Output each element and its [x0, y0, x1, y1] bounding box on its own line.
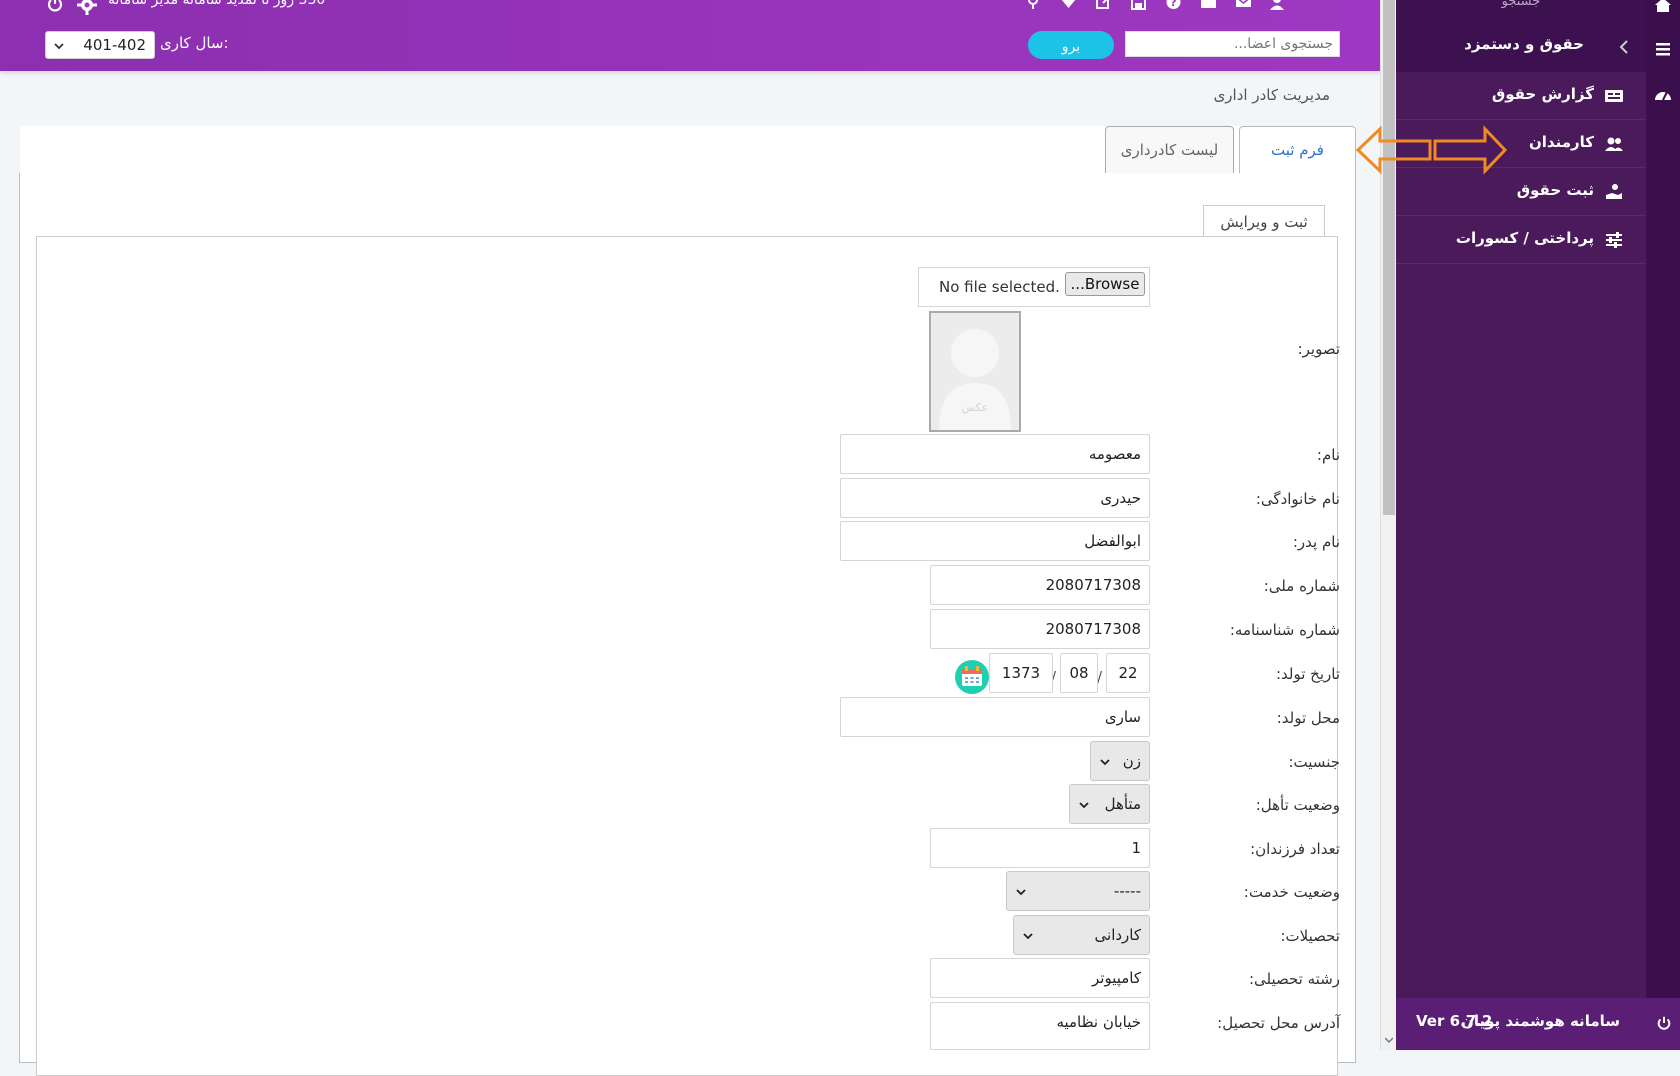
gender-value: زن — [1122, 752, 1141, 770]
edit-icon[interactable] — [1095, 0, 1112, 10]
marital-status-select[interactable]: متأهل — [1069, 784, 1150, 824]
birth-day-field[interactable]: 22 — [1106, 653, 1150, 693]
annotation-double-arrow — [1355, 125, 1508, 175]
work-year-select[interactable]: 401-402 — [45, 31, 155, 59]
calendar-icon[interactable] — [954, 659, 990, 695]
sidebar-item-register-salary[interactable]: ثبت حقوق — [1396, 168, 1646, 216]
marital-status-label: وضعیت تأهل: — [1255, 796, 1340, 814]
children-count-label: تعداد فرزندان: — [1250, 840, 1340, 858]
education-address-field[interactable]: خیابان نظامیه — [930, 1002, 1150, 1050]
help-icon[interactable]: ? — [1165, 0, 1182, 10]
report-icon — [1605, 90, 1623, 102]
sidebar-item-salary-report[interactable]: گزارش حقوق — [1396, 72, 1646, 120]
menu-icon[interactable] — [1654, 40, 1672, 58]
birth-month-field[interactable]: 08 — [1060, 653, 1098, 693]
last-name-field[interactable]: حیدری — [840, 478, 1150, 518]
gender-label: جنسیت: — [1288, 753, 1341, 771]
member-search-input[interactable] — [1125, 31, 1340, 57]
photo-placeholder: عکس — [929, 311, 1021, 432]
mail-icon[interactable] — [1235, 0, 1252, 10]
go-button[interactable]: برو — [1028, 31, 1114, 59]
children-count-field[interactable]: 1 — [930, 828, 1150, 868]
sidebar-search-label[interactable]: جستجو — [1396, 0, 1646, 9]
icon-rail — [1646, 0, 1680, 1050]
chevron-down-icon — [54, 43, 64, 50]
chevron-down-icon — [1023, 933, 1033, 940]
dashboard-icon[interactable] — [1654, 86, 1672, 104]
birth-year-field[interactable]: 1373 — [989, 653, 1053, 693]
education-value: کاردانی — [1094, 926, 1141, 944]
field-of-study-field[interactable]: کامپیوتر — [930, 958, 1150, 998]
last-name-label: نام خانوادگی: — [1255, 490, 1340, 508]
breadcrumb: مدیریت کادر اداری — [1213, 86, 1330, 104]
inbox-icon[interactable] — [1200, 0, 1217, 10]
field-of-study-label: رشته تحصیلی: — [1248, 970, 1340, 988]
sidebar-item-label: ثبت حقوق — [1516, 181, 1594, 199]
save-icon[interactable] — [1130, 0, 1147, 10]
education-select[interactable]: کاردانی — [1013, 915, 1150, 955]
chevron-left-icon — [1619, 40, 1628, 54]
sidebar-item-label: کارمندان — [1528, 133, 1594, 151]
tab-staff-list[interactable]: لیست کادرداری — [1105, 126, 1234, 174]
sidebar-group-payroll[interactable]: حقوق و دستمزد — [1396, 26, 1646, 66]
sidebar-item-label: گزارش حقوق — [1491, 85, 1594, 103]
sliders-icon — [1606, 232, 1622, 248]
chevron-down-icon — [1100, 759, 1110, 766]
users-icon — [1605, 137, 1623, 151]
scroll-down-arrow-icon[interactable] — [1385, 1036, 1393, 1044]
military-service-label: وضعیت خدمت: — [1243, 883, 1340, 901]
user-settings-icon[interactable] — [1270, 0, 1287, 10]
birth-date-label: تاریخ تولد: — [1275, 665, 1340, 683]
first-name-field[interactable]: معصومه — [840, 434, 1150, 474]
gender-select[interactable]: زن — [1090, 741, 1150, 781]
scrollbar-thumb[interactable] — [1383, 0, 1395, 515]
gear-icon[interactable] — [76, 0, 98, 16]
svg-text:?: ? — [1170, 0, 1176, 9]
sidebar-item-payments-deductions[interactable]: پرداختی / کسورات — [1396, 216, 1646, 264]
image-file-input[interactable]: No file selected. ...Browse — [918, 267, 1150, 307]
sidebar-item-label: پرداختی / کسورات — [1455, 229, 1594, 247]
tab-register-edit[interactable]: ثبت و ویرایش — [1203, 205, 1325, 237]
chevron-down-icon — [1016, 889, 1026, 896]
father-name-label: نام پدر: — [1292, 533, 1340, 551]
power-icon[interactable] — [46, 0, 64, 13]
education-label: تحصیلات: — [1280, 927, 1340, 945]
home-icon[interactable] — [1654, 0, 1672, 14]
image-label: تصویر: — [1297, 340, 1340, 358]
sidebar-top: جستجو حقوق و دستمزد — [1396, 0, 1646, 72]
father-name-field[interactable]: ابوالفضل — [840, 521, 1150, 561]
top-header: 330 روز تا تمدید سامانه مدیر سامانه ? 40… — [0, 0, 1380, 71]
header-toolbar: ? — [1025, 0, 1345, 12]
payroll-icon — [1606, 184, 1622, 199]
photo-placeholder-text: عکس — [961, 401, 989, 414]
power-icon[interactable] — [1656, 1015, 1672, 1031]
military-service-select[interactable]: ----- — [1006, 871, 1150, 911]
id-number-field[interactable]: 2080717308 — [930, 609, 1150, 649]
file-status: No file selected. — [939, 278, 1060, 296]
license-notice: 330 روز تا تمدید سامانه مدیر سامانه — [108, 0, 326, 8]
sidebar-footer: Ver 6.7.2 سامانه هوشمند پویان — [1396, 998, 1680, 1050]
key-icon[interactable] — [1025, 0, 1042, 10]
sidebar-group-label: حقوق و دستمزد — [1464, 35, 1584, 53]
diamond-icon[interactable] — [1060, 0, 1077, 10]
education-address-label: آدرس محل تحصیل: — [1217, 1014, 1340, 1032]
birth-place-field[interactable]: ساری — [840, 697, 1150, 737]
chevron-down-icon — [1079, 802, 1089, 809]
work-year-value: 401-402 — [83, 36, 146, 54]
work-year-label: سال کاری: — [160, 34, 229, 52]
national-id-field[interactable]: 2080717308 — [930, 565, 1150, 605]
app-name: سامانه هوشمند پویان — [1461, 1012, 1620, 1030]
first-name-label: نام: — [1316, 446, 1340, 464]
military-service-value: ----- — [1113, 882, 1141, 900]
tab-registration-form[interactable]: فرم ثبت — [1239, 126, 1356, 175]
browse-button[interactable]: ...Browse — [1065, 272, 1145, 296]
id-number-label: شماره شناسنامه: — [1229, 621, 1340, 639]
national-id-label: شماره ملی: — [1263, 577, 1340, 595]
marital-status-value: متأهل — [1104, 795, 1141, 813]
birth-place-label: محل تولد: — [1276, 709, 1340, 727]
